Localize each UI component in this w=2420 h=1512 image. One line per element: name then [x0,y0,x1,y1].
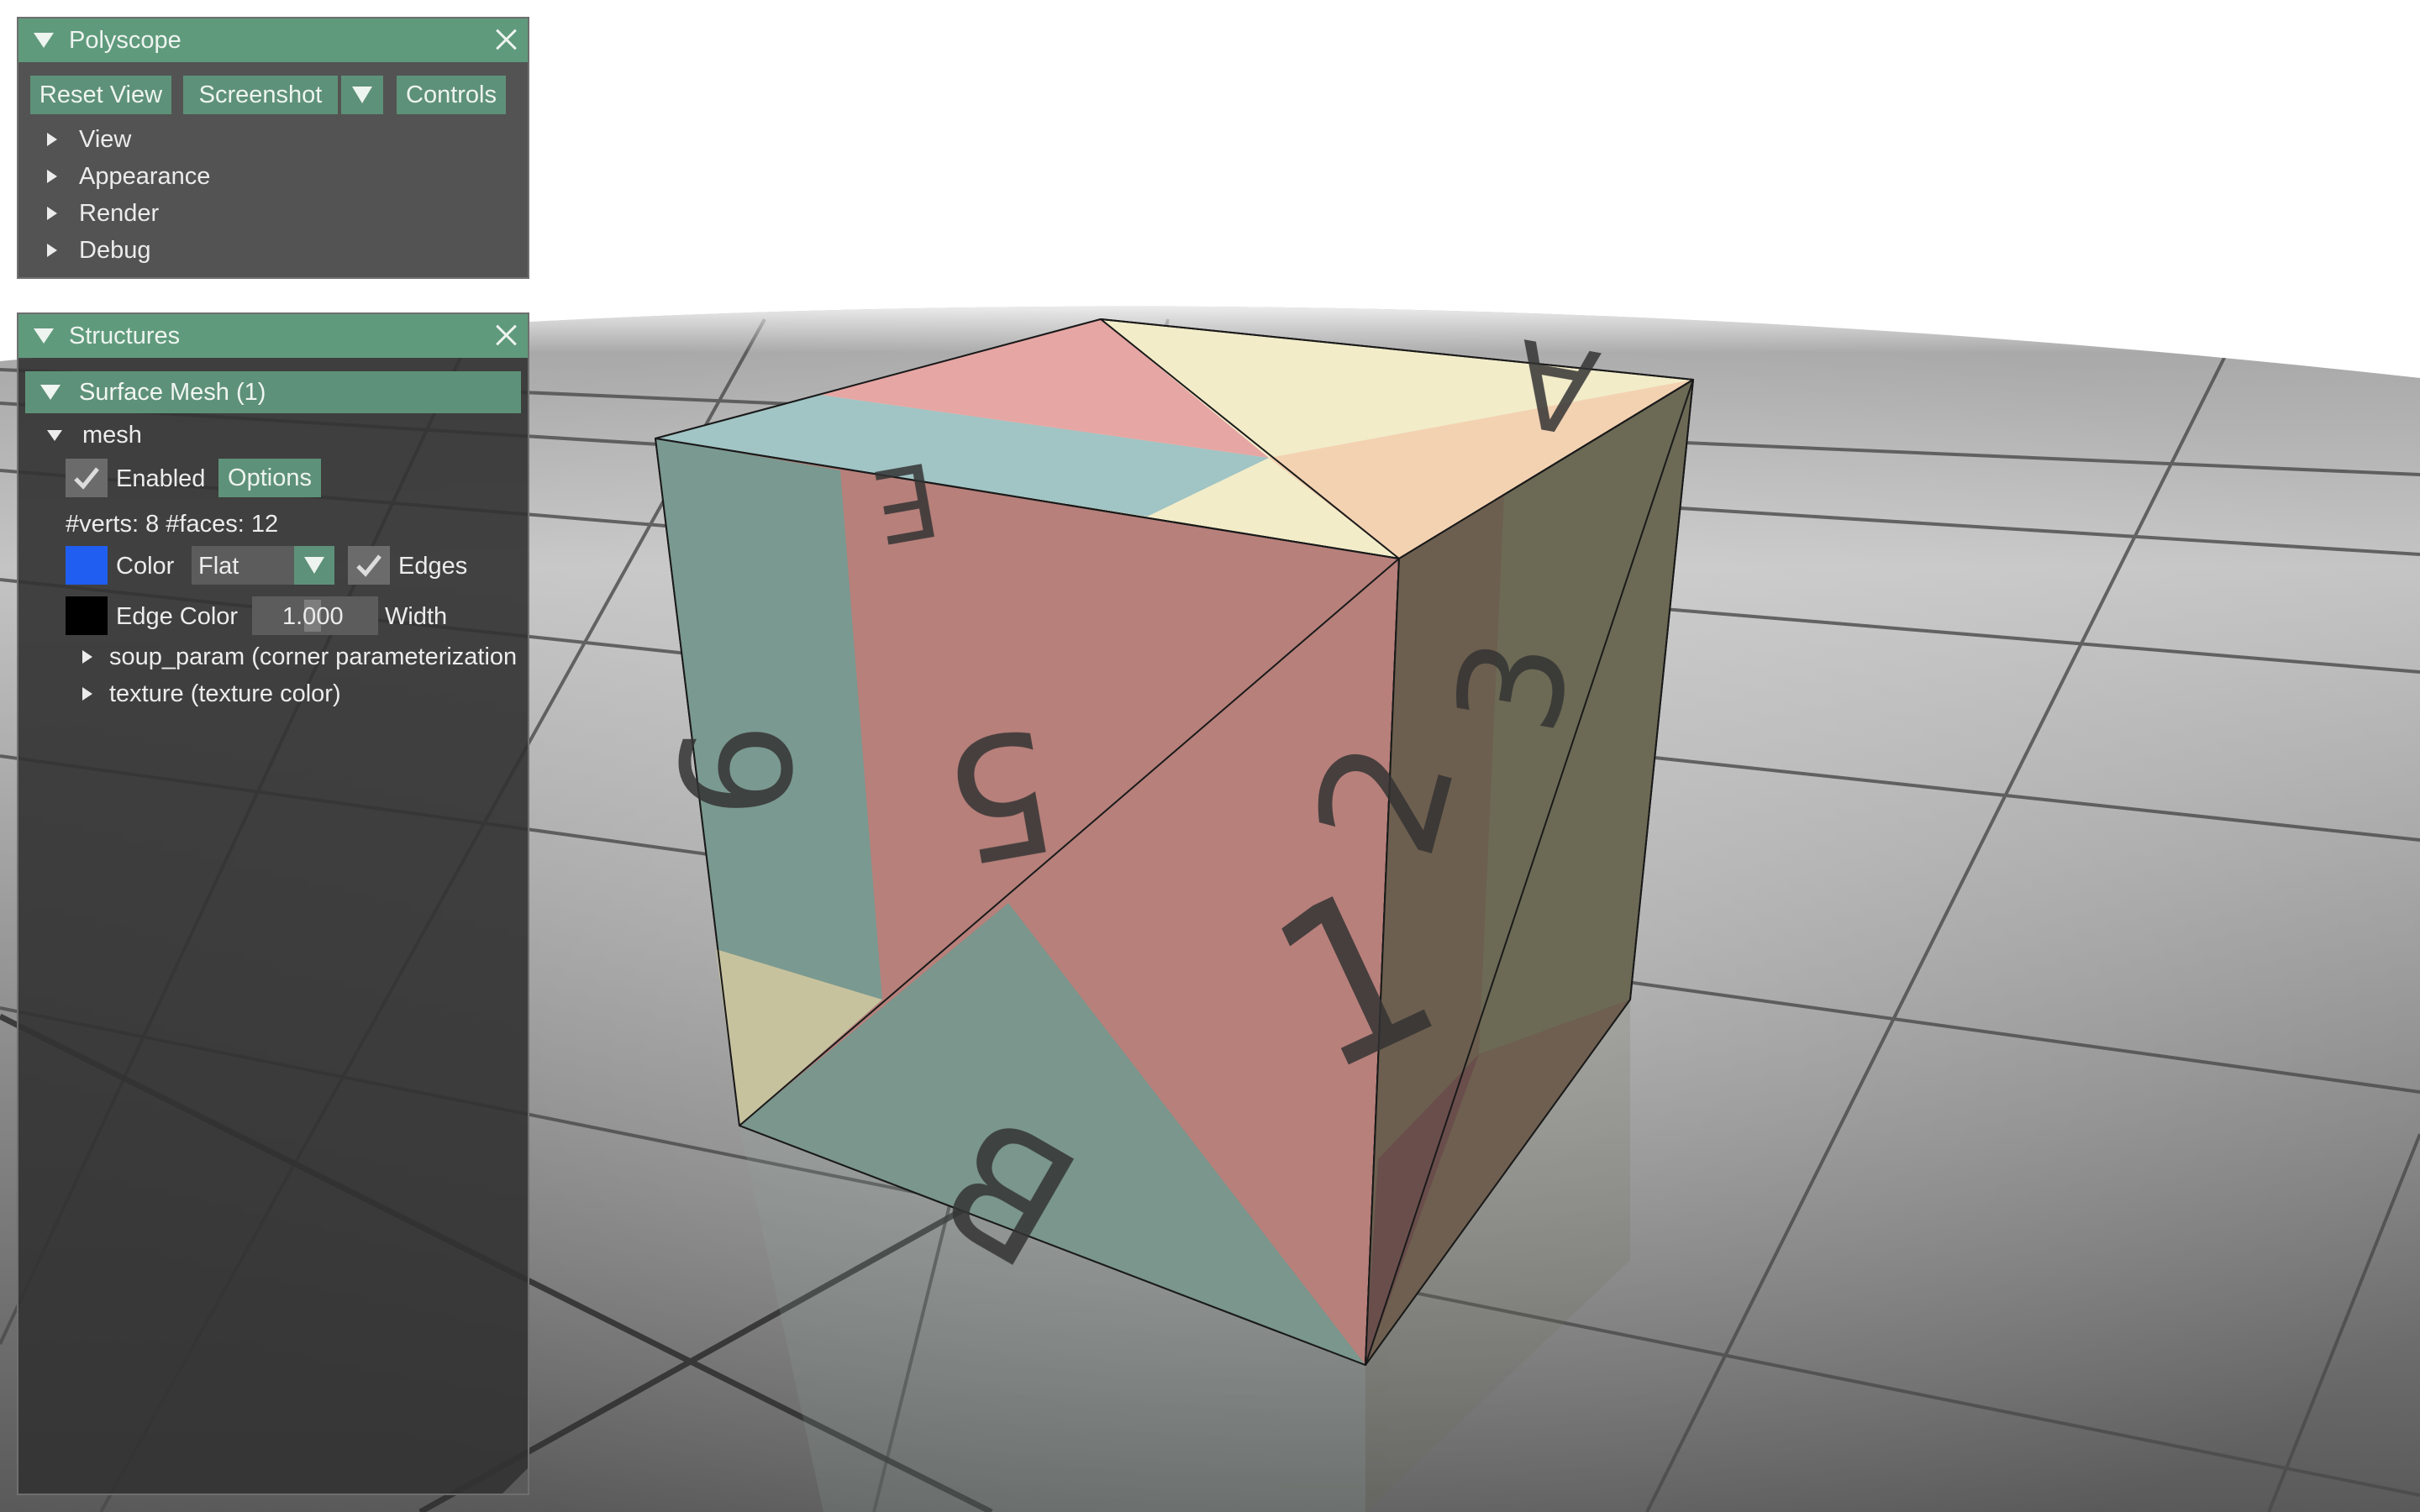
structures-titlebar[interactable]: Structures [18,314,528,358]
check-icon [356,554,381,577]
quantity-label: soup_param (corner parameterization [109,643,518,670]
expand-icon [47,429,62,441]
panel-title: Structures [69,322,181,349]
section-label: Render [79,199,160,227]
cube-letter: 9 [644,722,820,819]
expand-icon [82,687,92,701]
check-icon [74,467,99,490]
dropdown-arrow-icon [352,87,372,103]
edge-color-label: Edge Color [116,603,239,630]
section-debug[interactable]: Debug [47,234,150,267]
edges-label: Edges [398,553,468,580]
controls-button[interactable]: Controls [397,76,506,114]
color-swatch[interactable] [66,546,108,585]
expand-icon [47,207,57,220]
resize-grip-icon[interactable] [502,1468,528,1494]
mesh-tree-node[interactable]: mesh [47,418,142,452]
dropdown-button[interactable] [294,546,334,585]
screenshot-button[interactable]: Screenshot [183,76,338,114]
quantity-label: texture (texture color) [109,680,341,707]
edges-checkbox[interactable] [348,546,390,585]
edge-width-slider[interactable]: 1.000 [252,596,378,635]
section-appearance[interactable]: Appearance [47,160,210,193]
collapse-icon[interactable] [34,33,54,48]
panel-title: Polyscope [69,26,182,54]
expand-icon [47,244,57,257]
options-button[interactable]: Options [218,459,321,497]
expand-icon [47,133,57,146]
section-label: View [79,125,132,153]
color-label: Color [116,553,175,580]
chevron-down-icon [304,557,324,574]
section-label: Appearance [79,162,211,190]
group-header-label: Surface Mesh (1) [79,378,266,406]
reset-view-button[interactable]: Reset View [30,76,171,114]
collapse-icon[interactable] [34,328,54,344]
polyscope-titlebar[interactable]: Polyscope [18,18,528,62]
screenshot-options-button[interactable] [341,76,383,114]
mesh-stats: #verts: 8 #faces: 12 [66,511,279,538]
mesh-name: mesh [82,421,142,449]
structures-panel: Structures Surface Mesh (1) mesh Enabled… [17,312,529,1495]
enabled-label: Enabled [116,465,206,492]
shade-mode-value: Flat [198,553,239,580]
section-render[interactable]: Render [47,197,159,230]
surface-mesh-group-header[interactable]: Surface Mesh (1) [25,371,521,413]
section-label: Debug [79,236,151,264]
edge-color-swatch[interactable] [66,596,108,635]
polyscope-panel: Polyscope Reset View Screenshot Controls… [17,17,529,279]
enabled-checkbox[interactable] [66,459,108,497]
expand-icon [47,170,57,183]
quantity-texture[interactable]: texture (texture color) [82,677,341,711]
collapse-icon [40,385,60,400]
close-icon[interactable] [494,28,518,51]
close-icon[interactable] [494,323,518,347]
width-label: Width [385,603,448,630]
shade-mode-select[interactable]: Flat [192,546,334,585]
edge-width-value: 1.000 [282,603,344,630]
expand-icon [82,650,92,664]
quantity-soup-param[interactable]: soup_param (corner parameterization [82,640,528,674]
section-view[interactable]: View [47,123,131,156]
